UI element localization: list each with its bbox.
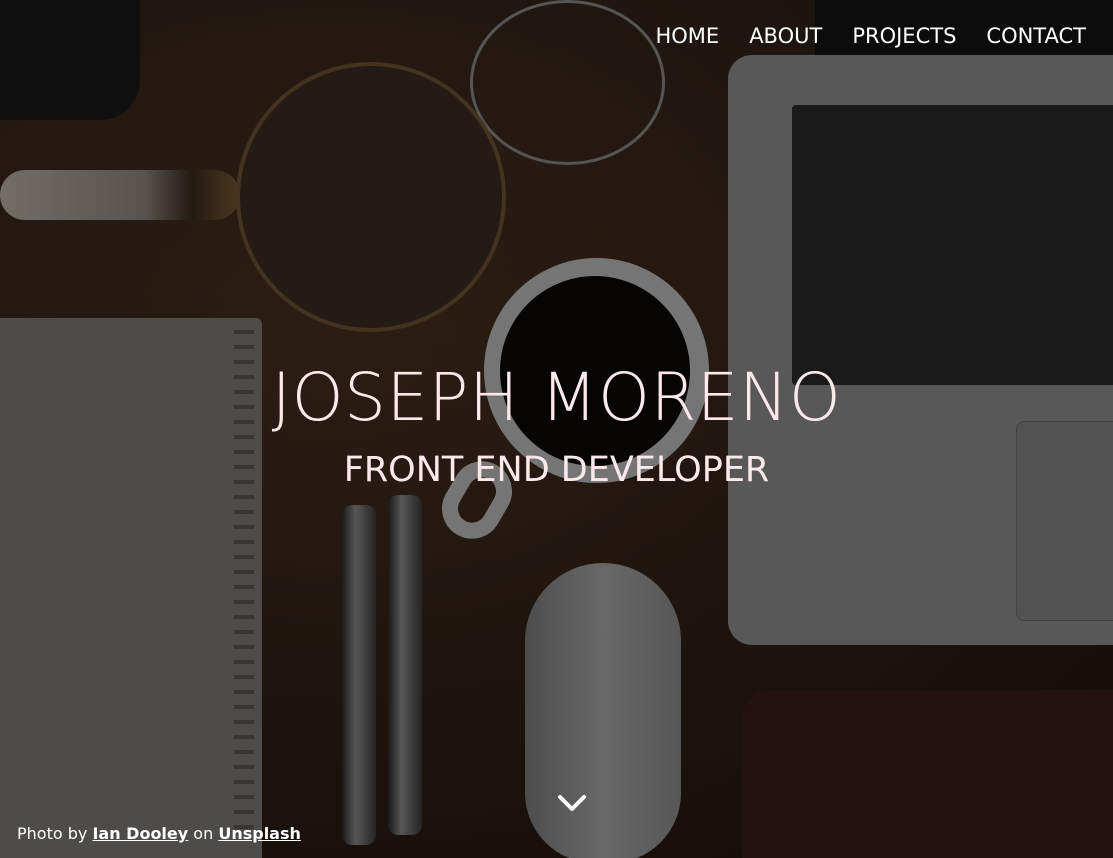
hero-title-block: JOSEPH MORENO FRONT END DEVELOPER xyxy=(0,360,1113,490)
nav-item-about[interactable]: ABOUT xyxy=(749,24,822,48)
hero-role: FRONT END DEVELOPER xyxy=(343,449,770,490)
hero-section: HOME ABOUT PROJECTS CONTACT JOSEPH MOREN… xyxy=(0,0,1113,858)
unsplash-link[interactable]: Unsplash xyxy=(218,824,301,843)
photographer-link[interactable]: Ian Dooley xyxy=(92,824,188,843)
main-nav: HOME ABOUT PROJECTS CONTACT xyxy=(655,24,1086,48)
credit-prefix: Photo by xyxy=(17,824,88,843)
nav-item-contact[interactable]: CONTACT xyxy=(986,24,1086,48)
hero-name: JOSEPH MORENO xyxy=(271,359,842,436)
credit-middle: on xyxy=(193,824,214,843)
photo-credit: Photo by Ian Dooley on Unsplash xyxy=(17,824,301,843)
chevron-down-icon[interactable] xyxy=(557,792,587,814)
nav-item-projects[interactable]: PROJECTS xyxy=(852,24,956,48)
nav-item-home[interactable]: HOME xyxy=(655,24,719,48)
